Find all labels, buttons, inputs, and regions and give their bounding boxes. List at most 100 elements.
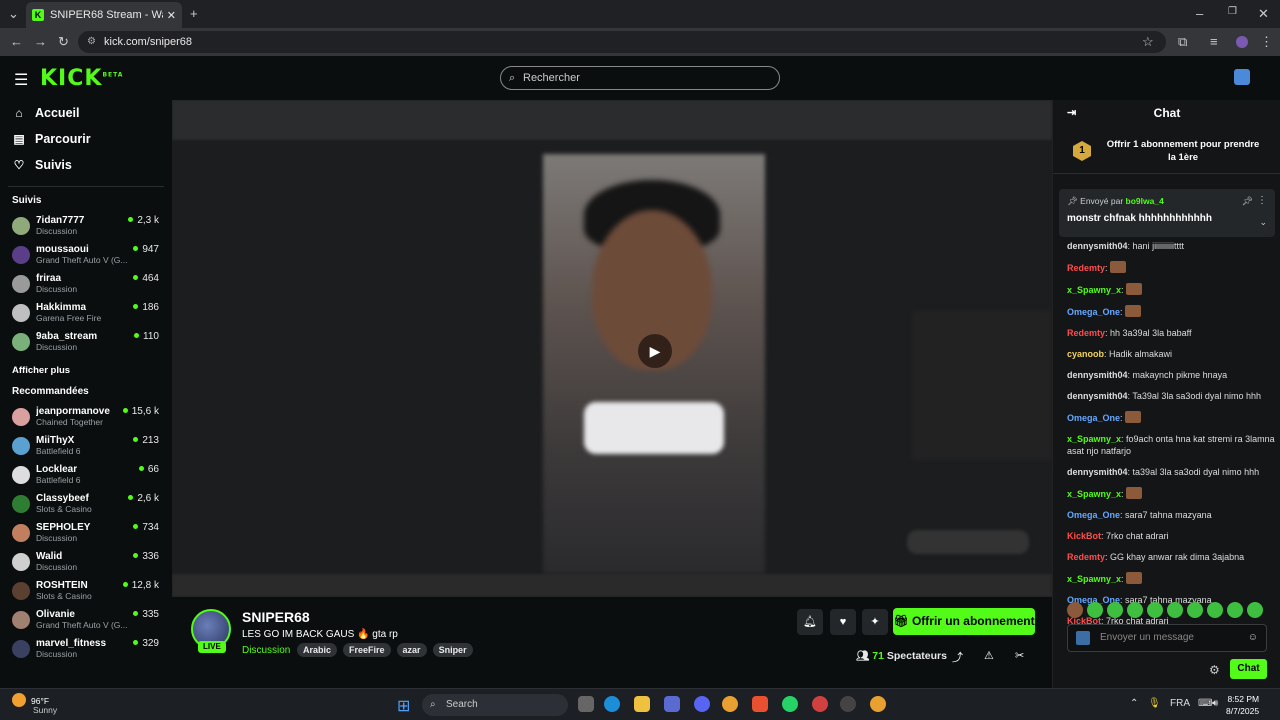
sidebar-channel[interactable]: ROSHTEIN Slots & Casino 12,8 k	[0, 577, 172, 606]
sidebar-nav-suivis[interactable]: ♡ Suivis	[0, 152, 172, 178]
gift-offer-banner[interactable]: 1 Offrir 1 abonnement pour prendre la 1è…	[1053, 130, 1280, 174]
show-more-link[interactable]: Afficher plus	[0, 365, 172, 376]
notification-bell-button[interactable]: 🔔︎	[797, 609, 823, 635]
collapse-chat-icon[interactable]: ⇥	[1067, 100, 1076, 126]
quick-emote-icon[interactable]	[1187, 602, 1203, 618]
quick-emote-icon[interactable]	[1207, 602, 1223, 618]
send-chat-button[interactable]: Chat	[1230, 659, 1267, 679]
quick-emote-icon[interactable]	[1147, 602, 1163, 618]
obs-icon[interactable]	[840, 696, 856, 712]
emoji-icon[interactable]: ☺	[1248, 625, 1258, 651]
quick-emote-icon[interactable]	[1227, 602, 1243, 618]
reload-icon[interactable]: ↻	[58, 34, 69, 50]
chat-username[interactable]: KickBot	[1067, 531, 1101, 541]
close-tab-icon[interactable]: ✕	[167, 9, 176, 22]
network-icon[interactable]: ⌨	[1198, 698, 1212, 709]
more-options-icon[interactable]: ⋮	[1257, 195, 1267, 206]
browser-menu-icon[interactable]: ⋮	[1260, 34, 1273, 50]
chat-username[interactable]: x_Spawny_x	[1067, 285, 1121, 295]
tab-list-icon[interactable]: ⌄	[8, 6, 19, 22]
extensions-icon[interactable]: ⧉	[1178, 34, 1187, 50]
stream-tag[interactable]: azar	[396, 643, 427, 657]
sidebar-channel[interactable]: Hakkimma Garena Free Fire 186	[0, 299, 172, 328]
quick-emote-icon[interactable]	[1247, 602, 1263, 618]
new-tab-icon[interactable]: +	[190, 6, 198, 21]
discord-icon[interactable]	[694, 696, 710, 712]
system-clock[interactable]: 8:52 PM 8/7/2025	[1226, 693, 1259, 717]
quick-emote-icon[interactable]	[1127, 602, 1143, 618]
follow-heart-button[interactable]: ♥	[830, 609, 856, 635]
chat-username[interactable]: Omega_One	[1067, 510, 1120, 520]
app-icon[interactable]	[812, 696, 828, 712]
streamer-name[interactable]: SNIPER68	[242, 609, 310, 625]
chat-username[interactable]: dennysmith04	[1067, 467, 1128, 477]
chat-input[interactable]: Envoyer un message ☺	[1067, 624, 1267, 652]
chat-username[interactable]: Redemty	[1067, 328, 1105, 338]
sidebar-channel[interactable]: Classybeef Slots & Casino 2,6 k	[0, 490, 172, 519]
chat-username[interactable]: Redemty	[1067, 263, 1105, 273]
sidebar-channel[interactable]: Locklear Battlefield 6 66	[0, 461, 172, 490]
chevron-up-icon[interactable]: ⌃	[1130, 698, 1138, 709]
sidebar-channel[interactable]: SEPHOLEY Discussion 734	[0, 519, 172, 548]
minimize-icon[interactable]: –	[1196, 6, 1203, 21]
chat-username[interactable]: Omega_One	[1067, 413, 1120, 423]
chat-username[interactable]: Omega_One	[1067, 307, 1120, 317]
quick-emote-icon[interactable]	[1167, 602, 1183, 618]
menu-icon[interactable]: ☰	[14, 70, 28, 90]
sidebar-channel[interactable]: 7idan7777 Discussion 2,3 k	[0, 212, 172, 241]
back-icon[interactable]: ←	[10, 34, 23, 49]
play-icon[interactable]: ▶	[638, 334, 672, 368]
close-window-icon[interactable]: ✕	[1258, 6, 1269, 22]
sidebar-channel[interactable]: MiiThyX Battlefield 6 213	[0, 432, 172, 461]
sidebar-channel[interactable]: marvel_fitness Discussion 329	[0, 635, 172, 664]
sidebar-channel[interactable]: jeanpormanove Chained Together 15,6 k	[0, 403, 172, 432]
microphone-icon[interactable]: 🎙︎	[1148, 698, 1161, 709]
mic-app-icon[interactable]	[752, 696, 768, 712]
bookmark-star-icon[interactable]: ☆	[1142, 34, 1154, 50]
chat-username[interactable]: x_Spawny_x	[1067, 434, 1121, 444]
store-icon[interactable]	[664, 696, 680, 712]
unpin-icon[interactable]: 📌︎	[1242, 196, 1253, 207]
sidebar-nav-accueil[interactable]: ⌂ Accueil	[0, 100, 172, 126]
quick-emote-icon[interactable]	[1087, 602, 1103, 618]
chat-username[interactable]: dennysmith04	[1067, 391, 1128, 401]
browser-tab[interactable]: K SNIPER68 Stream - Watch Live ✕	[26, 2, 182, 28]
chat-username[interactable]: x_Spawny_x	[1067, 489, 1121, 499]
stream-category[interactable]: Discussion	[242, 645, 290, 656]
whatsapp-icon[interactable]	[782, 696, 798, 712]
sidebar-channel[interactable]: Walid Discussion 336	[0, 548, 172, 577]
site-info-icon[interactable]: ⚙	[87, 31, 96, 53]
file-explorer-icon[interactable]	[634, 696, 650, 712]
sidebar-channel[interactable]: Olivanie Grand Theft Auto V (G... 335	[0, 606, 172, 635]
media-control-icon[interactable]: ≡	[1210, 34, 1218, 49]
chat-username[interactable]: cyanoob	[1067, 349, 1104, 359]
user-avatar[interactable]	[1234, 69, 1250, 85]
quick-emote-icon[interactable]	[1107, 602, 1123, 618]
taskbar-search[interactable]: ⌕ Search	[422, 694, 568, 716]
chevron-down-icon[interactable]: ⌄	[1259, 217, 1267, 228]
chrome-profile-icon[interactable]	[870, 696, 886, 712]
sidebar-channel[interactable]: 9aba_stream Discussion 110	[0, 328, 172, 357]
restore-icon[interactable]: ❐	[1228, 6, 1237, 17]
stream-tag[interactable]: FreeFire	[343, 643, 391, 657]
chrome-icon[interactable]	[722, 696, 738, 712]
chat-username[interactable]: dennysmith04	[1067, 370, 1128, 380]
edge-icon[interactable]	[604, 696, 620, 712]
report-icon[interactable]: ⚠	[984, 649, 994, 662]
clip-icon[interactable]: ✂	[1015, 649, 1024, 662]
weather-widget[interactable]: 96°F Sunny	[12, 693, 57, 715]
quick-emote-icon[interactable]	[1067, 602, 1083, 618]
sidebar-channel[interactable]: friraa Discussion 464	[0, 270, 172, 299]
forward-icon[interactable]: →	[34, 34, 47, 49]
chat-username[interactable]: dennysmith04	[1067, 241, 1128, 251]
gift-subscription-button[interactable]: 🎁︎ Offrir un abonnement	[893, 608, 1035, 635]
search-input[interactable]: ⌕ Rechercher	[500, 66, 780, 90]
language-indicator[interactable]: FRA	[1170, 698, 1190, 709]
profile-avatar-icon[interactable]	[1236, 36, 1248, 48]
volume-icon[interactable]: 🔊︎	[1212, 698, 1218, 709]
task-view-icon[interactable]	[578, 696, 594, 712]
chat-settings-icon[interactable]: ⚙	[1209, 663, 1220, 677]
stream-tag[interactable]: Sniper	[432, 643, 473, 657]
windows-start-icon[interactable]: ⊞	[397, 696, 410, 716]
chat-username[interactable]: Redemty	[1067, 552, 1105, 562]
